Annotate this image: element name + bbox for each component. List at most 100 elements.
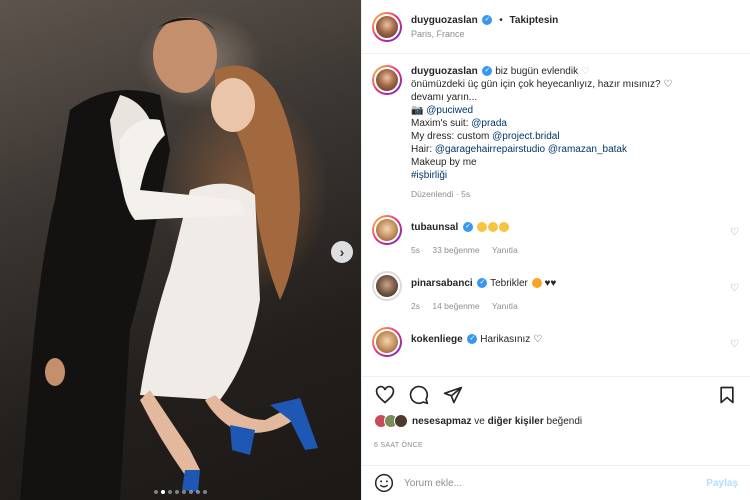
- commenter-avatar[interactable]: [372, 215, 402, 245]
- post-header: duyguozaslan ✓ • Takiptesin Paris, Franc…: [362, 0, 750, 54]
- carousel-dot: [196, 490, 200, 494]
- emoji-icon[interactable]: [374, 473, 394, 493]
- reply-button[interactable]: Yanıtla: [492, 301, 518, 311]
- caption-dress-label: My dress: custom: [411, 131, 493, 142]
- caption-line-1: biz bugün evlendik: [495, 66, 579, 77]
- instagram-post: › duyguozaslan ✓ • Takiptesin Paris, Fra…: [0, 0, 750, 500]
- carousel-dot: [161, 490, 165, 494]
- comment-likes[interactable]: 33 beğenme: [432, 245, 479, 255]
- commenter-avatar[interactable]: [372, 271, 402, 301]
- following-button[interactable]: Takiptesin: [510, 15, 559, 26]
- separator-dot: •: [499, 14, 503, 26]
- comment-input[interactable]: [404, 477, 707, 489]
- likes-summary: nesesapmaz ve diğer kişiler beğendi: [374, 414, 738, 428]
- post-actions-bar: [362, 376, 750, 412]
- author-avatar[interactable]: [372, 11, 402, 42]
- comment-text: Tebrikler: [490, 278, 528, 289]
- caption-makeup: Makeup by me: [411, 157, 477, 168]
- caption-suit-label: Maxim's suit:: [411, 118, 472, 129]
- carousel-dot: [154, 490, 158, 494]
- caption-meta: Düzenlendi · 5s: [411, 188, 672, 201]
- comment-icon[interactable]: [408, 384, 430, 406]
- mention-ramazan-batak[interactable]: @ramazan_batak: [548, 144, 627, 155]
- comment-likes[interactable]: 14 beğenme: [432, 301, 479, 311]
- other-likers-link[interactable]: diğer kişiler: [488, 416, 544, 427]
- reply-button[interactable]: Yanıtla: [492, 245, 518, 255]
- share-icon[interactable]: [442, 384, 464, 406]
- post-sidebar: duyguozaslan ✓ • Takiptesin Paris, Franc…: [361, 0, 750, 500]
- comment-time: 5s: [411, 245, 420, 255]
- first-liker-link[interactable]: nesesapmaz: [412, 416, 471, 427]
- comment-body: pinarsabanci ✓ Tebrikler ♥♥ 2s 14 beğenm…: [411, 271, 740, 311]
- heart-outline-icon: ♡: [533, 334, 543, 345]
- bookmark-icon[interactable]: [716, 384, 738, 406]
- likes-suffix: beğendi: [543, 415, 583, 427]
- clapping-hands-icon: [476, 222, 509, 233]
- comment-item: tubaunsal ✓ 5s 33 beğenme Yanıtla ♡: [372, 215, 740, 255]
- commenter-username[interactable]: tubaunsal: [411, 222, 458, 233]
- post-timestamp[interactable]: 6 SAAT ÖNCE: [374, 442, 423, 449]
- verified-icon: ✓: [482, 66, 493, 77]
- caption-avatar[interactable]: [372, 65, 402, 95]
- location-link[interactable]: Paris, France: [411, 29, 558, 39]
- heart-outline-icon: ♡: [663, 79, 673, 90]
- mention-puciwed[interactable]: @puciwed: [426, 105, 473, 116]
- comment-item: pinarsabanci ✓ Tebrikler ♥♥ 2s 14 beğenm…: [372, 271, 740, 311]
- like-comment-heart-icon[interactable]: ♡: [730, 227, 740, 238]
- caption-hair-label: Hair:: [411, 144, 435, 155]
- caption-line-2: önümüzdeki üç gün için çok heyecanlıyız,…: [411, 79, 661, 90]
- black-heart-icon: ♥♥: [544, 278, 557, 289]
- post-comment-button[interactable]: Paylaş: [706, 478, 738, 489]
- comment-time: 2s: [411, 301, 420, 311]
- carousel-indicator: [0, 490, 361, 494]
- edited-time: 5s: [461, 189, 471, 199]
- comment-body: kokenliege ✓ Harikasınız ♡: [411, 327, 740, 345]
- verified-icon: ✓: [467, 334, 478, 345]
- comment-text: Harikasınız: [480, 334, 531, 345]
- hashtag-link[interactable]: #işbirliği: [411, 169, 672, 182]
- carousel-dot: [175, 490, 179, 494]
- chevron-right-icon: ›: [339, 244, 345, 260]
- author-meta: duyguozaslan ✓ • Takiptesin Paris, Franc…: [411, 15, 558, 39]
- verified-icon: ✓: [477, 278, 488, 289]
- camera-icon: 📷: [411, 105, 424, 116]
- carousel-dot: [189, 490, 193, 494]
- comment-meta: 2s 14 beğenme Yanıtla: [411, 301, 740, 311]
- verified-icon: ✓: [482, 14, 493, 25]
- comment-line: pinarsabanci ✓ Tebrikler ♥♥: [411, 278, 740, 289]
- comment-line: kokenliege ✓ Harikasınız ♡: [411, 334, 740, 345]
- like-comment-heart-icon[interactable]: ♡: [730, 283, 740, 294]
- mention-garagehair[interactable]: @garagehairrepairstudio: [435, 144, 545, 155]
- carousel-dot: [203, 490, 207, 494]
- caption-text: duyguozaslan ✓ biz bugün evlendik ♡ önüm…: [411, 65, 672, 201]
- comment-item: kokenliege ✓ Harikasınız ♡ ♡: [372, 327, 740, 357]
- carousel-dot: [182, 490, 186, 494]
- liker-avatar: [394, 414, 408, 428]
- heart-icon[interactable]: [374, 384, 396, 406]
- heart-outline-icon: ♡: [580, 66, 590, 77]
- mention-prada[interactable]: @prada: [471, 118, 507, 129]
- verified-icon: ✓: [463, 222, 474, 233]
- add-comment-bar: Paylaş: [362, 465, 750, 500]
- heart-eyes-emoji-icon: [531, 278, 542, 289]
- caption-username[interactable]: duyguozaslan: [411, 66, 478, 77]
- comments-section: duyguozaslan ✓ biz bugün evlendik ♡ önüm…: [362, 55, 750, 373]
- commenter-username[interactable]: kokenliege: [411, 334, 463, 345]
- comment-body: tubaunsal ✓ 5s 33 beğenme Yanıtla: [411, 215, 740, 255]
- post-photo[interactable]: ›: [0, 0, 361, 500]
- likes-connector: ve: [471, 415, 488, 427]
- wedding-photo-image: [20, 17, 318, 500]
- likes-text: nesesapmaz ve diğer kişiler beğendi: [412, 416, 582, 427]
- like-comment-heart-icon[interactable]: ♡: [730, 339, 740, 350]
- edited-label: Düzenlendi: [411, 189, 454, 199]
- post-caption: duyguozaslan ✓ biz bugün evlendik ♡ önüm…: [372, 65, 740, 201]
- commenter-username[interactable]: pinarsabanci: [411, 278, 473, 289]
- comment-meta: 5s 33 beğenme Yanıtla: [411, 245, 740, 255]
- caption-line-3: devamı yarın...: [411, 92, 478, 103]
- carousel-dot: [168, 490, 172, 494]
- commenter-avatar[interactable]: [372, 327, 402, 357]
- comment-line: tubaunsal ✓: [411, 222, 740, 233]
- carousel-next-button[interactable]: ›: [331, 241, 353, 263]
- author-username[interactable]: duyguozaslan: [411, 15, 478, 26]
- mention-project-bridal[interactable]: @project.bridal: [492, 131, 559, 142]
